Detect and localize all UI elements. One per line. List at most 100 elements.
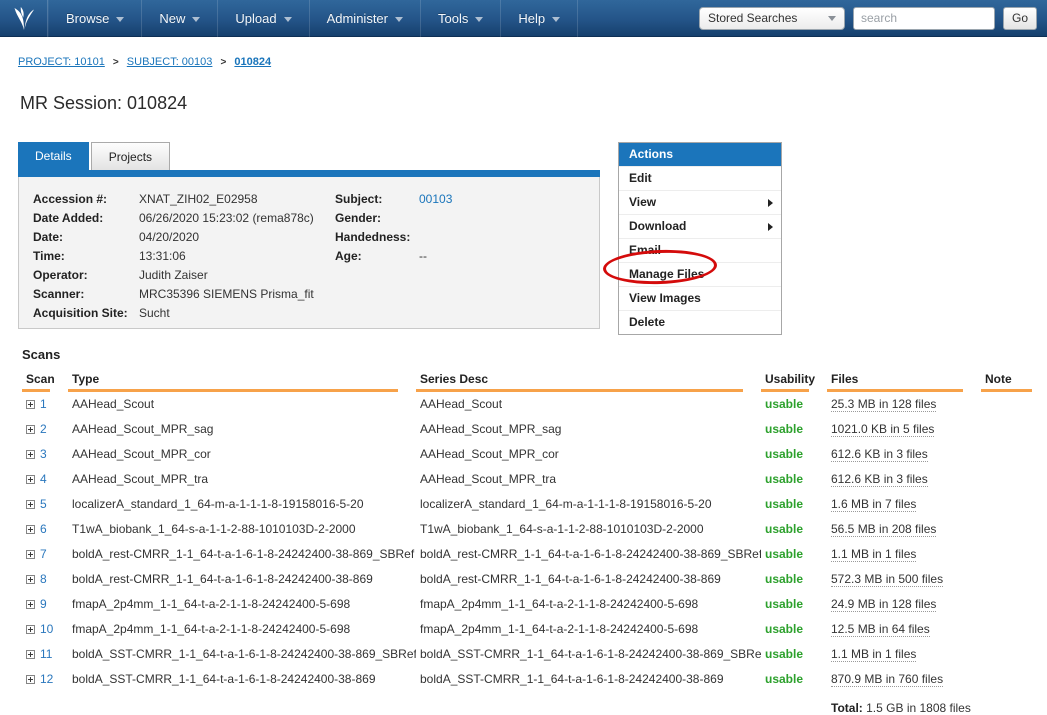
scan-number-link[interactable]: 12 <box>40 672 53 686</box>
files-size-link[interactable]: 12.5 MB in 64 files <box>831 622 930 637</box>
expand-plus-icon[interactable] <box>26 475 35 484</box>
series-desc-cell: boldA_rest-CMRR_1-1_64-t-a-1-6-1-8-24242… <box>416 542 761 567</box>
nav-menu-new[interactable]: New <box>142 0 218 37</box>
tab-projects[interactable]: Projects <box>91 142 170 170</box>
breadcrumb-project-link[interactable]: PROJECT: 10101 <box>18 56 105 68</box>
series-desc-cell: AAHead_Scout_MPR_sag <box>416 417 761 442</box>
nav-menu-label: Administer <box>327 11 388 26</box>
session-details-panel: Details Projects Accession #: XNAT_ZIH02… <box>18 142 600 329</box>
files-cell: 56.5 MB in 208 files <box>827 517 981 542</box>
files-size-link[interactable]: 612.6 KB in 3 files <box>831 472 928 487</box>
table-row: 9 fmapA_2p4mm_1-1_64-t-a-2-1-1-8-2424240… <box>22 592 1034 617</box>
go-button[interactable]: Go <box>1003 7 1037 30</box>
files-size-link[interactable]: 612.6 KB in 3 files <box>831 447 928 462</box>
note-cell <box>981 617 1034 642</box>
detail-label: Date: <box>33 228 139 247</box>
action-view[interactable]: View <box>619 190 781 214</box>
scan-number-link[interactable]: 4 <box>40 472 47 486</box>
detail-row-handedness: Handedness: <box>335 228 452 247</box>
expand-plus-icon[interactable] <box>26 500 35 509</box>
scan-number-link[interactable]: 9 <box>40 597 47 611</box>
column-header-series-desc: Series Desc <box>416 366 761 392</box>
scan-number-link[interactable]: 10 <box>40 622 53 636</box>
scan-number-link[interactable]: 5 <box>40 497 47 511</box>
stored-searches-select[interactable]: Stored Searches <box>699 7 845 30</box>
top-navbar: Browse New Upload Administer Tools Help … <box>0 0 1047 37</box>
total-label: Total: <box>831 701 863 715</box>
nav-menu-administer[interactable]: Administer <box>310 0 421 37</box>
note-cell <box>981 542 1034 567</box>
usability-cell: usable <box>761 567 827 592</box>
action-view-images[interactable]: View Images <box>619 286 781 310</box>
breadcrumb-session-link[interactable]: 010824 <box>234 56 271 68</box>
column-header-type: Type <box>68 366 416 392</box>
tab-details[interactable]: Details <box>18 142 89 170</box>
files-size-link[interactable]: 572.3 MB in 500 files <box>831 572 943 587</box>
nav-menu-help[interactable]: Help <box>501 0 578 37</box>
usability-badge: usable <box>765 497 803 511</box>
scan-cell: 5 <box>22 492 68 517</box>
files-size-link[interactable]: 1.6 MB in 7 files <box>831 497 916 512</box>
expand-plus-icon[interactable] <box>26 450 35 459</box>
nav-menu-browse[interactable]: Browse <box>48 0 142 37</box>
scan-cell: 1 <box>22 392 68 417</box>
expand-plus-icon[interactable] <box>26 525 35 534</box>
search-input[interactable] <box>853 7 995 30</box>
note-cell <box>981 417 1034 442</box>
scan-number-link[interactable]: 6 <box>40 522 47 536</box>
action-edit[interactable]: Edit <box>619 166 781 190</box>
expand-plus-icon[interactable] <box>26 625 35 634</box>
usability-cell: usable <box>761 467 827 492</box>
files-size-link[interactable]: 56.5 MB in 208 files <box>831 522 936 537</box>
scan-number-link[interactable]: 3 <box>40 447 47 461</box>
files-size-link[interactable]: 1021.0 KB in 5 files <box>831 422 934 437</box>
scan-number-link[interactable]: 11 <box>40 647 52 661</box>
scan-cell: 3 <box>22 442 68 467</box>
series-desc-cell: boldA_SST-CMRR_1-1_64-t-a-1-6-1-8-242424… <box>416 642 761 667</box>
detail-label: Gender: <box>335 209 419 228</box>
action-delete[interactable]: Delete <box>619 310 781 334</box>
detail-row-date: Date: 04/20/2020 <box>33 228 335 247</box>
expand-plus-icon[interactable] <box>26 550 35 559</box>
expand-plus-icon[interactable] <box>26 650 35 659</box>
detail-label: Scanner: <box>33 285 139 304</box>
chevron-down-icon <box>395 17 403 22</box>
expand-plus-icon[interactable] <box>26 575 35 584</box>
scan-number-link[interactable]: 7 <box>40 547 47 561</box>
scan-cell: 12 <box>22 667 68 692</box>
usability-cell: usable <box>761 592 827 617</box>
action-download[interactable]: Download <box>619 214 781 238</box>
chevron-down-icon <box>192 17 200 22</box>
note-cell <box>981 467 1034 492</box>
expand-plus-icon[interactable] <box>26 400 35 409</box>
nav-menu-upload[interactable]: Upload <box>218 0 309 37</box>
chevron-down-icon <box>828 16 836 21</box>
files-cell: 1.1 MB in 1 files <box>827 642 981 667</box>
expand-plus-icon[interactable] <box>26 425 35 434</box>
usability-badge: usable <box>765 672 803 686</box>
subject-link[interactable]: 00103 <box>419 190 452 209</box>
usability-cell: usable <box>761 617 827 642</box>
scans-total: Total: 1.5 GB in 1808 files <box>22 701 1034 715</box>
breadcrumb-subject-link[interactable]: SUBJECT: 00103 <box>127 56 213 68</box>
files-size-link[interactable]: 870.9 MB in 760 files <box>831 672 943 687</box>
nav-menu-tools[interactable]: Tools <box>421 0 501 37</box>
scans-table-header-row: Scan Type Series Desc Usability Files No… <box>22 366 1034 392</box>
files-size-link[interactable]: 24.9 MB in 128 files <box>831 597 936 612</box>
scan-number-link[interactable]: 8 <box>40 572 47 586</box>
page-title: MR Session: 010824 <box>20 93 187 114</box>
xnat-logo[interactable] <box>0 0 48 37</box>
files-size-link[interactable]: 25.3 MB in 128 files <box>831 397 936 412</box>
table-row: 6 T1wA_biobank_1_64-s-a-1-1-2-88-1010103… <box>22 517 1034 542</box>
expand-plus-icon[interactable] <box>26 675 35 684</box>
scan-number-link[interactable]: 1 <box>40 397 47 411</box>
detail-value: Sucht <box>139 304 170 323</box>
usability-cell: usable <box>761 667 827 692</box>
files-size-link[interactable]: 1.1 MB in 1 files <box>831 547 916 562</box>
action-manage-files[interactable]: Manage Files <box>619 262 781 286</box>
files-size-link[interactable]: 1.1 MB in 1 files <box>831 647 916 662</box>
type-cell: boldA_SST-CMRR_1-1_64-t-a-1-6-1-8-242424… <box>68 642 416 667</box>
expand-plus-icon[interactable] <box>26 600 35 609</box>
action-email[interactable]: Email <box>619 238 781 262</box>
scan-number-link[interactable]: 2 <box>40 422 47 436</box>
